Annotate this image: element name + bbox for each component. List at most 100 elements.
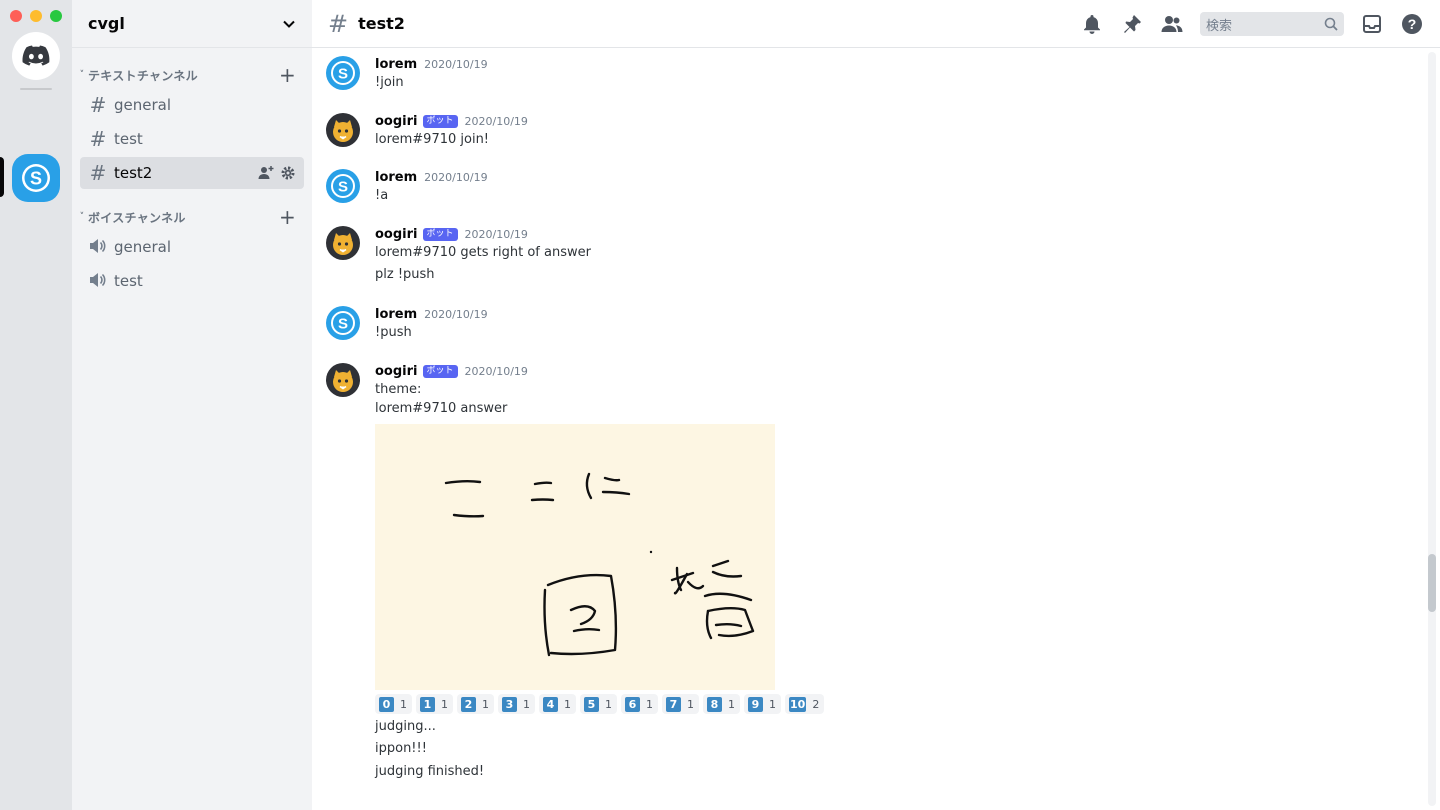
message-text: judging... [375, 719, 436, 734]
author-name[interactable]: oogiri [375, 364, 418, 379]
bot-face-icon [333, 233, 353, 255]
chevron-down-icon: ˅ [79, 70, 85, 80]
window-maximize-button[interactable] [50, 10, 62, 22]
window-close-button[interactable] [10, 10, 22, 22]
search-input[interactable]: 検索 [1200, 12, 1344, 36]
reaction-item[interactable]: 81 [703, 694, 740, 714]
avatar[interactable] [326, 226, 360, 260]
reaction-item[interactable]: 21 [457, 694, 494, 714]
bell-icon[interactable] [1080, 12, 1104, 36]
author-name[interactable]: lorem [375, 57, 417, 72]
reaction-item[interactable]: 61 [621, 694, 658, 714]
chevron-down-icon: ˅ [79, 212, 85, 222]
timestamp: 2020/10/19 [464, 364, 528, 378]
voice-channel-item-general[interactable]: general [80, 231, 304, 263]
keycap-emoji-icon: 10 [789, 696, 807, 712]
reaction-item[interactable]: 41 [539, 694, 576, 714]
gear-icon[interactable] [280, 165, 296, 181]
discord-logo-icon [22, 45, 50, 66]
pin-icon[interactable] [1120, 12, 1144, 36]
svg-text:?: ? [1408, 16, 1417, 32]
server-icon-cvgl[interactable]: S [12, 154, 60, 202]
timestamp: 2020/10/19 [464, 114, 528, 128]
timestamp: 2020/10/19 [464, 227, 528, 241]
channel-label: test [114, 130, 143, 148]
reaction-count: 1 [400, 697, 407, 711]
help-icon[interactable]: ? [1400, 12, 1424, 36]
message-text: plz !push [375, 267, 435, 282]
author-name[interactable]: lorem [375, 170, 417, 185]
bot-badge: ボット [422, 227, 458, 241]
home-button[interactable] [12, 32, 60, 80]
reaction-item[interactable]: 51 [580, 694, 617, 714]
inbox-icon[interactable] [1360, 12, 1384, 36]
chevron-down-icon [283, 20, 295, 28]
channel-item-test2[interactable]: # test2 [80, 157, 304, 189]
message-text: lorem#9710 answer [375, 401, 508, 416]
bot-face-icon [333, 370, 353, 392]
reaction-item[interactable]: 31 [498, 694, 535, 714]
keycap-emoji-icon: 8 [707, 696, 722, 712]
server-header[interactable]: cvgl [72, 0, 312, 48]
skype-logo-icon: S [331, 311, 355, 335]
svg-text:S: S [338, 179, 348, 196]
create-channel-icon[interactable]: + [279, 207, 296, 227]
reaction-item[interactable]: 11 [416, 694, 453, 714]
skype-logo-icon: S [22, 164, 50, 192]
bot-badge: ボット [422, 364, 458, 378]
attachment-image[interactable] [375, 424, 775, 690]
author-name[interactable]: oogiri [375, 227, 418, 242]
svg-text:S: S [30, 169, 42, 189]
avatar[interactable] [326, 363, 360, 397]
reaction-count: 1 [728, 697, 735, 711]
create-channel-icon[interactable]: + [279, 65, 296, 85]
message-text: ippon!!! [375, 741, 427, 756]
hash-icon: # [89, 161, 107, 185]
channel-item-general[interactable]: # general [80, 89, 304, 121]
keycap-emoji-icon: 0 [379, 696, 394, 712]
channel-label: test2 [114, 164, 153, 182]
keycap-emoji-icon: 9 [748, 696, 763, 712]
header-toolbar: 検索 ? [1080, 12, 1424, 36]
window-minimize-button[interactable] [30, 10, 42, 22]
avatar[interactable] [326, 113, 360, 147]
channel-item-test[interactable]: # test [80, 123, 304, 155]
hash-icon: # [328, 9, 349, 38]
avatar[interactable]: S [326, 306, 360, 340]
message-text: lorem#9710 join! [375, 132, 490, 147]
message-text: !join [375, 75, 404, 90]
message-header: oogiri ボット 2020/10/19 [375, 363, 528, 379]
reaction-item[interactable]: 01 [375, 694, 412, 714]
reaction-count: 1 [646, 697, 653, 711]
scrollbar-track[interactable] [1428, 52, 1436, 806]
reaction-count: 1 [687, 697, 694, 711]
reaction-item[interactable]: 91 [744, 694, 781, 714]
svg-text:S: S [338, 316, 348, 333]
timestamp: 2020/10/19 [424, 170, 488, 184]
skype-logo-icon: S [331, 174, 355, 198]
scrollbar-thumb[interactable] [1428, 554, 1436, 612]
keycap-emoji-icon: 6 [625, 696, 640, 712]
message-text: lorem#9710 gets right of answer [375, 245, 591, 260]
members-icon[interactable] [1160, 12, 1184, 36]
timestamp: 2020/10/19 [424, 57, 488, 71]
voice-channel-item-test[interactable]: test [80, 265, 304, 297]
author-name[interactable]: oogiri [375, 114, 418, 129]
message-header: lorem 2020/10/19 [375, 169, 488, 185]
reaction-count: 1 [441, 697, 448, 711]
server-name: cvgl [88, 14, 125, 33]
category-voice-channels[interactable]: ˅ ボイスチャンネル + [72, 205, 312, 229]
reaction-count: 1 [564, 697, 571, 711]
channel-title: test2 [358, 14, 405, 33]
reaction-item[interactable]: 71 [662, 694, 699, 714]
reaction-item[interactable]: 10 2 [785, 694, 825, 714]
search-icon [1324, 17, 1338, 31]
avatar[interactable]: S [326, 56, 360, 90]
bot-badge: ボット [422, 114, 458, 128]
avatar[interactable]: S [326, 169, 360, 203]
invite-member-icon[interactable] [258, 165, 274, 181]
bot-face-icon [333, 120, 353, 142]
hash-icon: # [89, 127, 107, 151]
category-text-channels[interactable]: ˅ テキストチャンネル + [72, 63, 312, 87]
author-name[interactable]: lorem [375, 307, 417, 322]
